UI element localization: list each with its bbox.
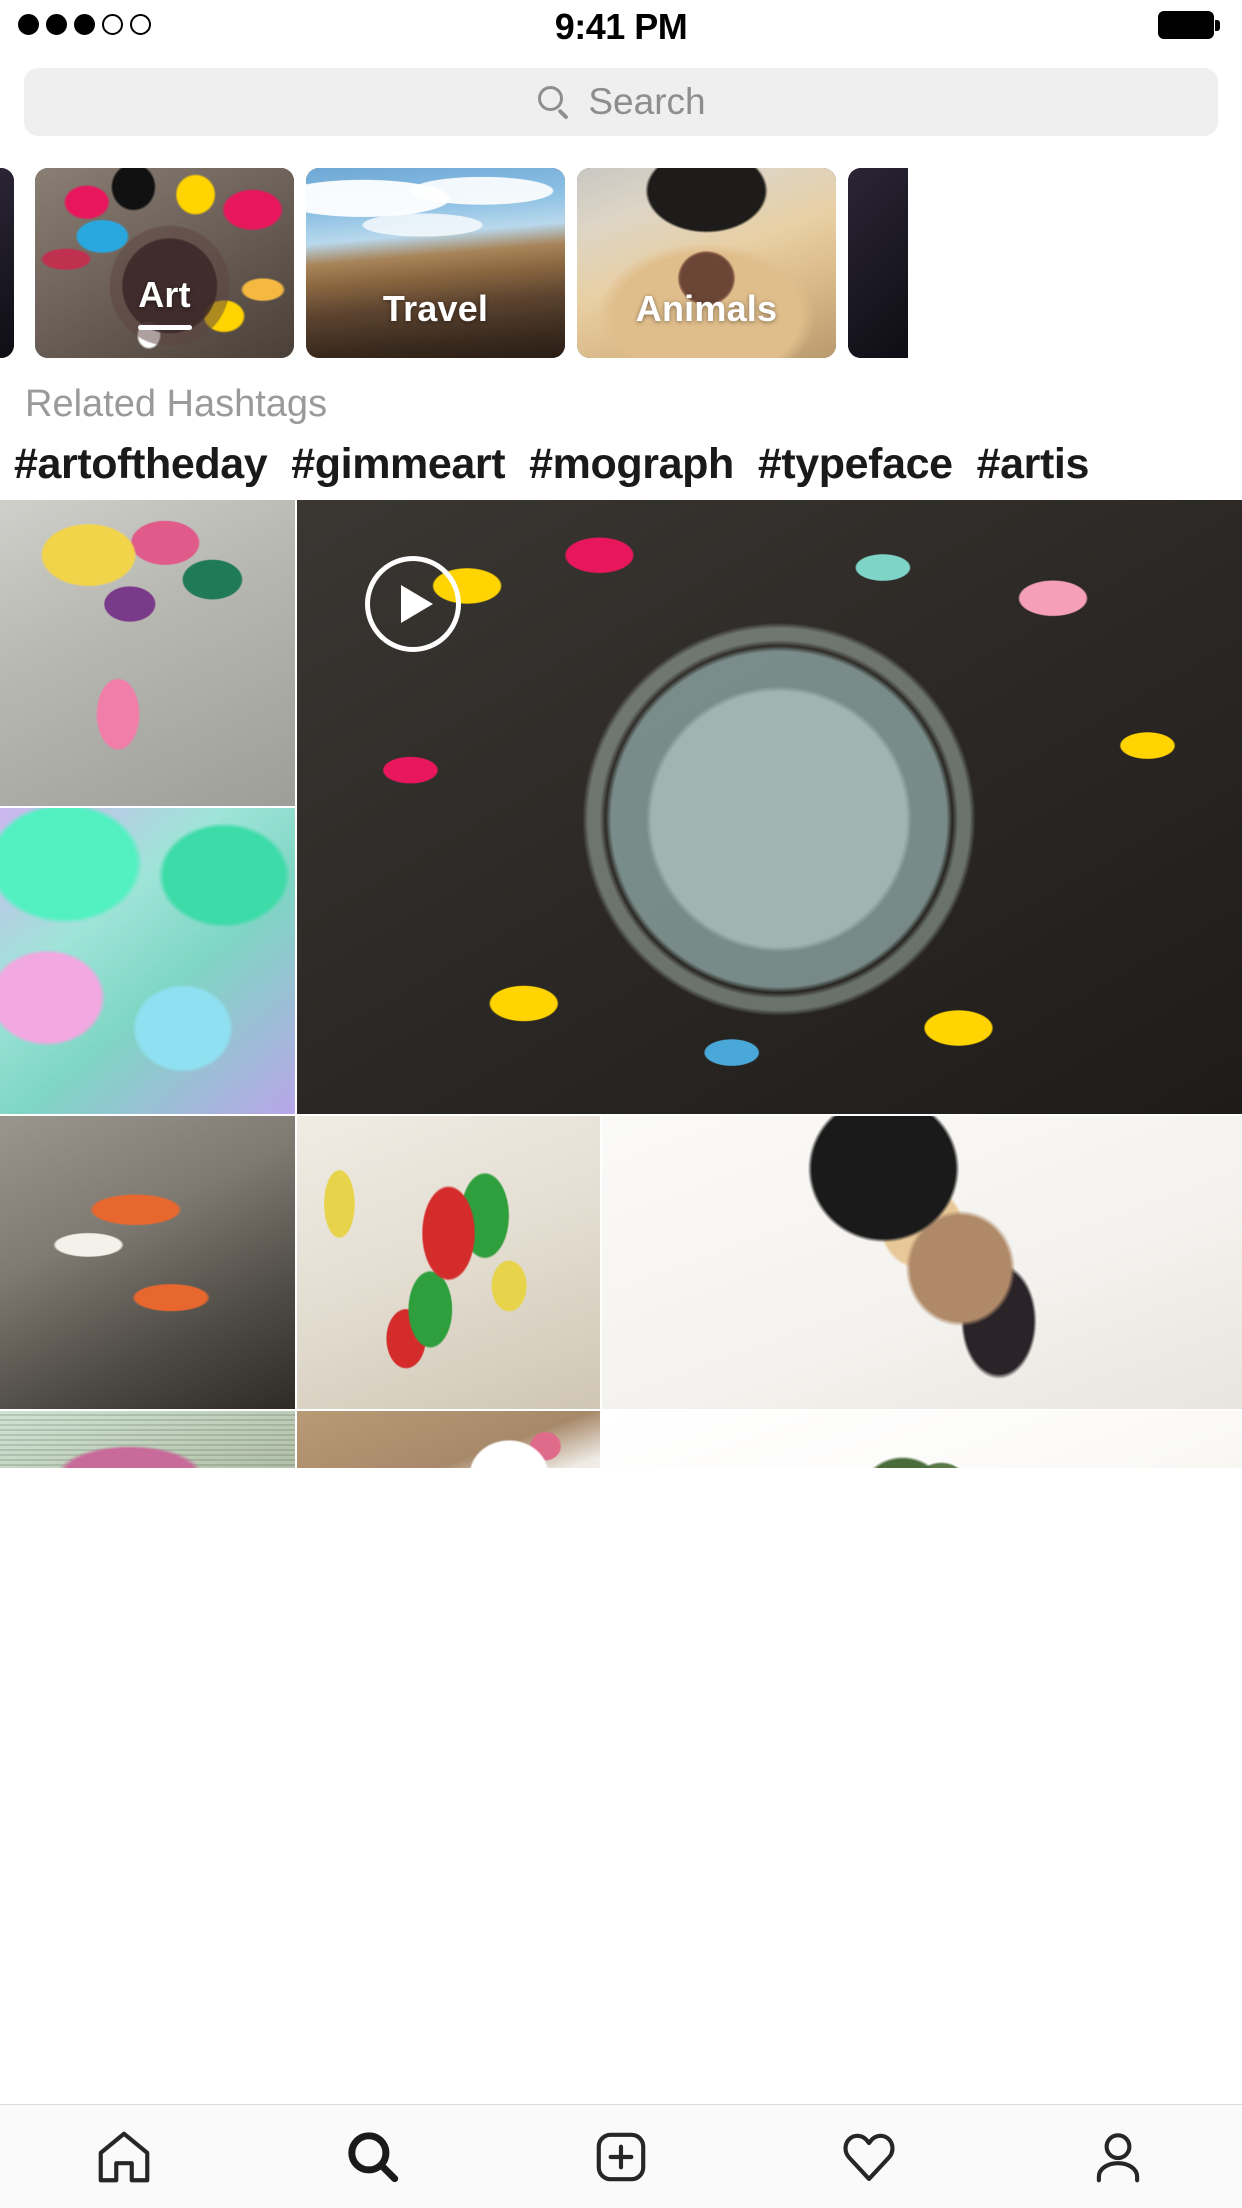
- play-icon: [365, 556, 461, 652]
- category-thumbnail: [0, 168, 14, 358]
- category-card-art[interactable]: Art: [35, 168, 294, 358]
- battery-full-icon: [1158, 11, 1220, 39]
- post-cyberart[interactable]: [0, 808, 295, 1114]
- post-greenbrush[interactable]: [602, 1411, 1242, 1468]
- category-thumbnail: [848, 168, 908, 358]
- explore-post-grid: [0, 500, 1242, 1468]
- tab-profile[interactable]: [994, 2105, 1242, 2208]
- tab-home[interactable]: [0, 2105, 248, 2208]
- post-glitch[interactable]: [0, 1411, 295, 1468]
- search-input[interactable]: Search: [24, 68, 1218, 136]
- bottom-tab-bar: [0, 2104, 1242, 2208]
- post-paper[interactable]: [297, 1411, 600, 1468]
- battery-body: [1158, 11, 1214, 39]
- status-bar-time: 9:41 PM: [554, 6, 688, 47]
- category-active-underline: [137, 325, 192, 330]
- category-label: Animals: [635, 288, 778, 329]
- hashtag-chip[interactable]: #gimmeart: [291, 440, 505, 489]
- category-label-group: Travel: [306, 288, 565, 330]
- post-koi-fish[interactable]: [0, 1116, 295, 1409]
- post-painted-blocks[interactable]: [297, 1116, 600, 1409]
- plus-box-icon: [596, 2132, 646, 2181]
- heart-icon: [843, 2133, 895, 2181]
- hashtag-chip[interactable]: #typeface: [758, 440, 953, 489]
- battery-tip: [1215, 20, 1220, 31]
- category-card-animals[interactable]: Animals: [577, 168, 836, 358]
- tab-create[interactable]: [497, 2105, 745, 2208]
- category-card-partial-left[interactable]: [0, 168, 14, 358]
- post-paint-video[interactable]: [297, 500, 1242, 1114]
- category-label-group: Art: [35, 274, 294, 330]
- search-icon: [347, 2131, 398, 2182]
- play-triangle: [400, 585, 433, 623]
- person-icon: [1096, 2132, 1140, 2182]
- related-hashtags-title: Related Hashtags: [25, 383, 328, 425]
- category-card-partial-right[interactable]: [848, 168, 908, 358]
- category-carousel[interactable]: Art Travel Animals: [0, 168, 1242, 358]
- search-icon: [536, 84, 572, 120]
- hashtag-chip[interactable]: #artis: [977, 440, 1090, 489]
- related-hashtags-list[interactable]: #artoftheday #gimmeart #mograph #typefac…: [14, 435, 1242, 493]
- tab-search[interactable]: [248, 2105, 496, 2208]
- hashtag-chip[interactable]: #mograph: [529, 440, 734, 489]
- home-icon: [98, 2131, 150, 2182]
- category-label: Travel: [382, 288, 489, 329]
- category-label: Art: [138, 274, 191, 315]
- post-sketchbook[interactable]: [0, 500, 295, 806]
- category-label-group: Animals: [577, 288, 836, 330]
- post-portrait[interactable]: [602, 1116, 1242, 1409]
- tab-activity[interactable]: [745, 2105, 993, 2208]
- category-card-travel[interactable]: Travel: [306, 168, 565, 358]
- hashtag-chip[interactable]: #artoftheday: [14, 440, 268, 489]
- search-bar-container: Search: [0, 68, 1242, 164]
- status-bar: 9:41 PM: [0, 0, 1242, 52]
- search-placeholder: Search: [588, 81, 706, 122]
